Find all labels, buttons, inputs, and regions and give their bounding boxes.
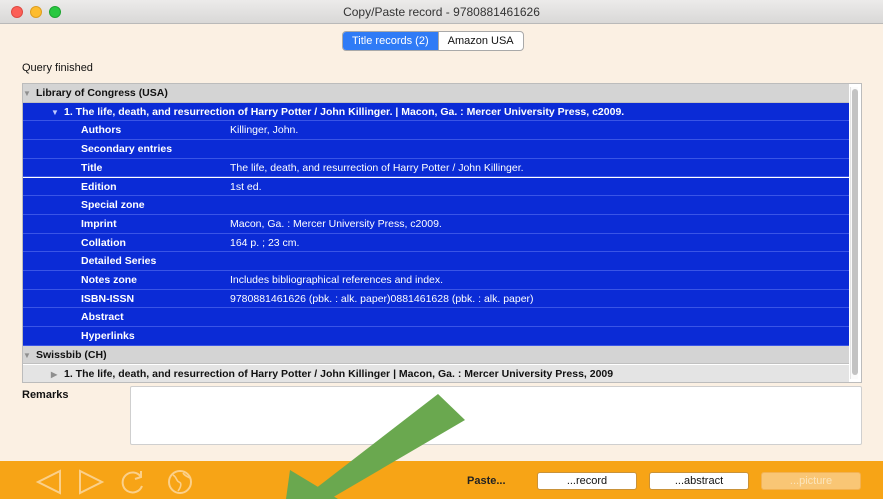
group-source-label: Swissbib (CH) (36, 348, 107, 361)
field-label: Collation (81, 236, 126, 249)
globe-icon[interactable] (165, 469, 195, 495)
field-label: Abstract (81, 311, 124, 324)
field-label: Notes zone (81, 274, 138, 286)
copy-paste-record-window: Copy/Paste record - 9780881461626 Title … (0, 0, 883, 499)
field-row-title[interactable]: Title The life, death, and resurrection … (23, 158, 849, 178)
remarks-textarea[interactable] (130, 386, 862, 445)
field-row-notes-zone[interactable]: Notes zone Includes bibliographical refe… (23, 271, 849, 290)
back-triangle-icon[interactable] (34, 469, 64, 495)
field-label: Imprint (81, 217, 117, 230)
tab-amazon-usa[interactable]: Amazon USA (437, 32, 523, 50)
paste-record-button[interactable]: ...record (537, 472, 637, 490)
field-label: Title (81, 161, 103, 174)
group-row-swissbib[interactable]: ▼ Swissbib (CH) (23, 345, 849, 366)
record-row-swissbib-1[interactable]: ▶ 1. The life, death, and resurrection of… (23, 364, 849, 383)
disclosure-down-icon[interactable]: ▼ (51, 104, 61, 123)
title-bar[interactable]: Copy/Paste record - 9780881461626 (0, 0, 883, 24)
paste-abstract-button[interactable]: ...abstract (649, 472, 749, 490)
field-row-collation[interactable]: Collation 164 p. ; 23 cm. (23, 233, 849, 253)
field-value: Includes bibliographical references and … (230, 274, 444, 286)
remarks-label: Remarks (22, 389, 69, 401)
field-row-isbn-issn[interactable]: ISBN-ISSN 9780881461626 (pbk. : alk. pap… (23, 289, 849, 309)
field-value: 9780881461626 (pbk. : alk. paper)0881461… (230, 292, 534, 305)
group-source-label: Library of Congress (USA) (36, 87, 168, 99)
field-value: 1st ed. (230, 180, 262, 193)
field-label: Detailed Series (81, 255, 157, 268)
results-outline[interactable]: ▼ Library of Congress (USA) ▼ 1. The life,… (22, 83, 862, 383)
record-heading: 1. The life, death, and resurrection of … (64, 367, 614, 380)
disclosure-down-icon[interactable]: ▼ (23, 347, 33, 366)
field-row-detailed-series[interactable]: Detailed Series (23, 252, 849, 271)
source-tabs: Title records (2) Amazon USA (342, 31, 524, 51)
record-row-loc-1[interactable]: ▼ 1. The life, death, and resurrection of… (23, 102, 849, 123)
paste-label: Paste... (467, 475, 506, 487)
field-row-edition[interactable]: Edition 1st ed. (23, 177, 849, 197)
results-scrollbar[interactable] (850, 87, 858, 379)
field-value: 164 p. ; 23 cm. (230, 236, 300, 249)
group-row-library-of-congress[interactable]: ▼ Library of Congress (USA) (23, 84, 849, 103)
field-value: Killinger, John. (230, 124, 299, 137)
record-heading: 1. The life, death, and resurrection of … (64, 105, 625, 118)
field-label: ISBN-ISSN (81, 292, 135, 305)
field-label: Special zone (81, 199, 145, 212)
tab-title-records[interactable]: Title records (2) (343, 32, 438, 50)
field-row-imprint[interactable]: Imprint Macon, Ga. : Mercer University P… (23, 214, 849, 234)
window-title: Copy/Paste record - 9780881461626 (343, 5, 540, 19)
paste-picture-button[interactable]: ...picture (761, 472, 861, 490)
field-value: The life, death, and resurrection of Har… (230, 161, 524, 174)
query-status-text: Query finished (22, 62, 93, 74)
scrollbar-thumb[interactable] (852, 89, 858, 375)
field-label: Edition (81, 180, 117, 193)
reload-icon[interactable] (118, 469, 148, 495)
field-value: Macon, Ga. : Mercer University Press, c2… (230, 217, 442, 230)
field-label: Hyperlinks (81, 330, 135, 343)
field-row-hyperlinks[interactable]: Hyperlinks (23, 327, 849, 346)
disclosure-right-icon[interactable]: ▶ (51, 366, 61, 383)
field-label: Authors (81, 124, 122, 137)
field-row-secondary-entries[interactable]: Secondary entries (23, 140, 849, 159)
forward-triangle-icon[interactable] (76, 469, 106, 495)
disclosure-down-icon[interactable]: ▼ (23, 85, 33, 104)
field-row-special-zone[interactable]: Special zone (23, 196, 849, 215)
field-row-authors[interactable]: Authors Killinger, John. (23, 121, 849, 141)
field-row-abstract[interactable]: Abstract (23, 308, 849, 328)
field-label: Secondary entries (81, 143, 173, 156)
